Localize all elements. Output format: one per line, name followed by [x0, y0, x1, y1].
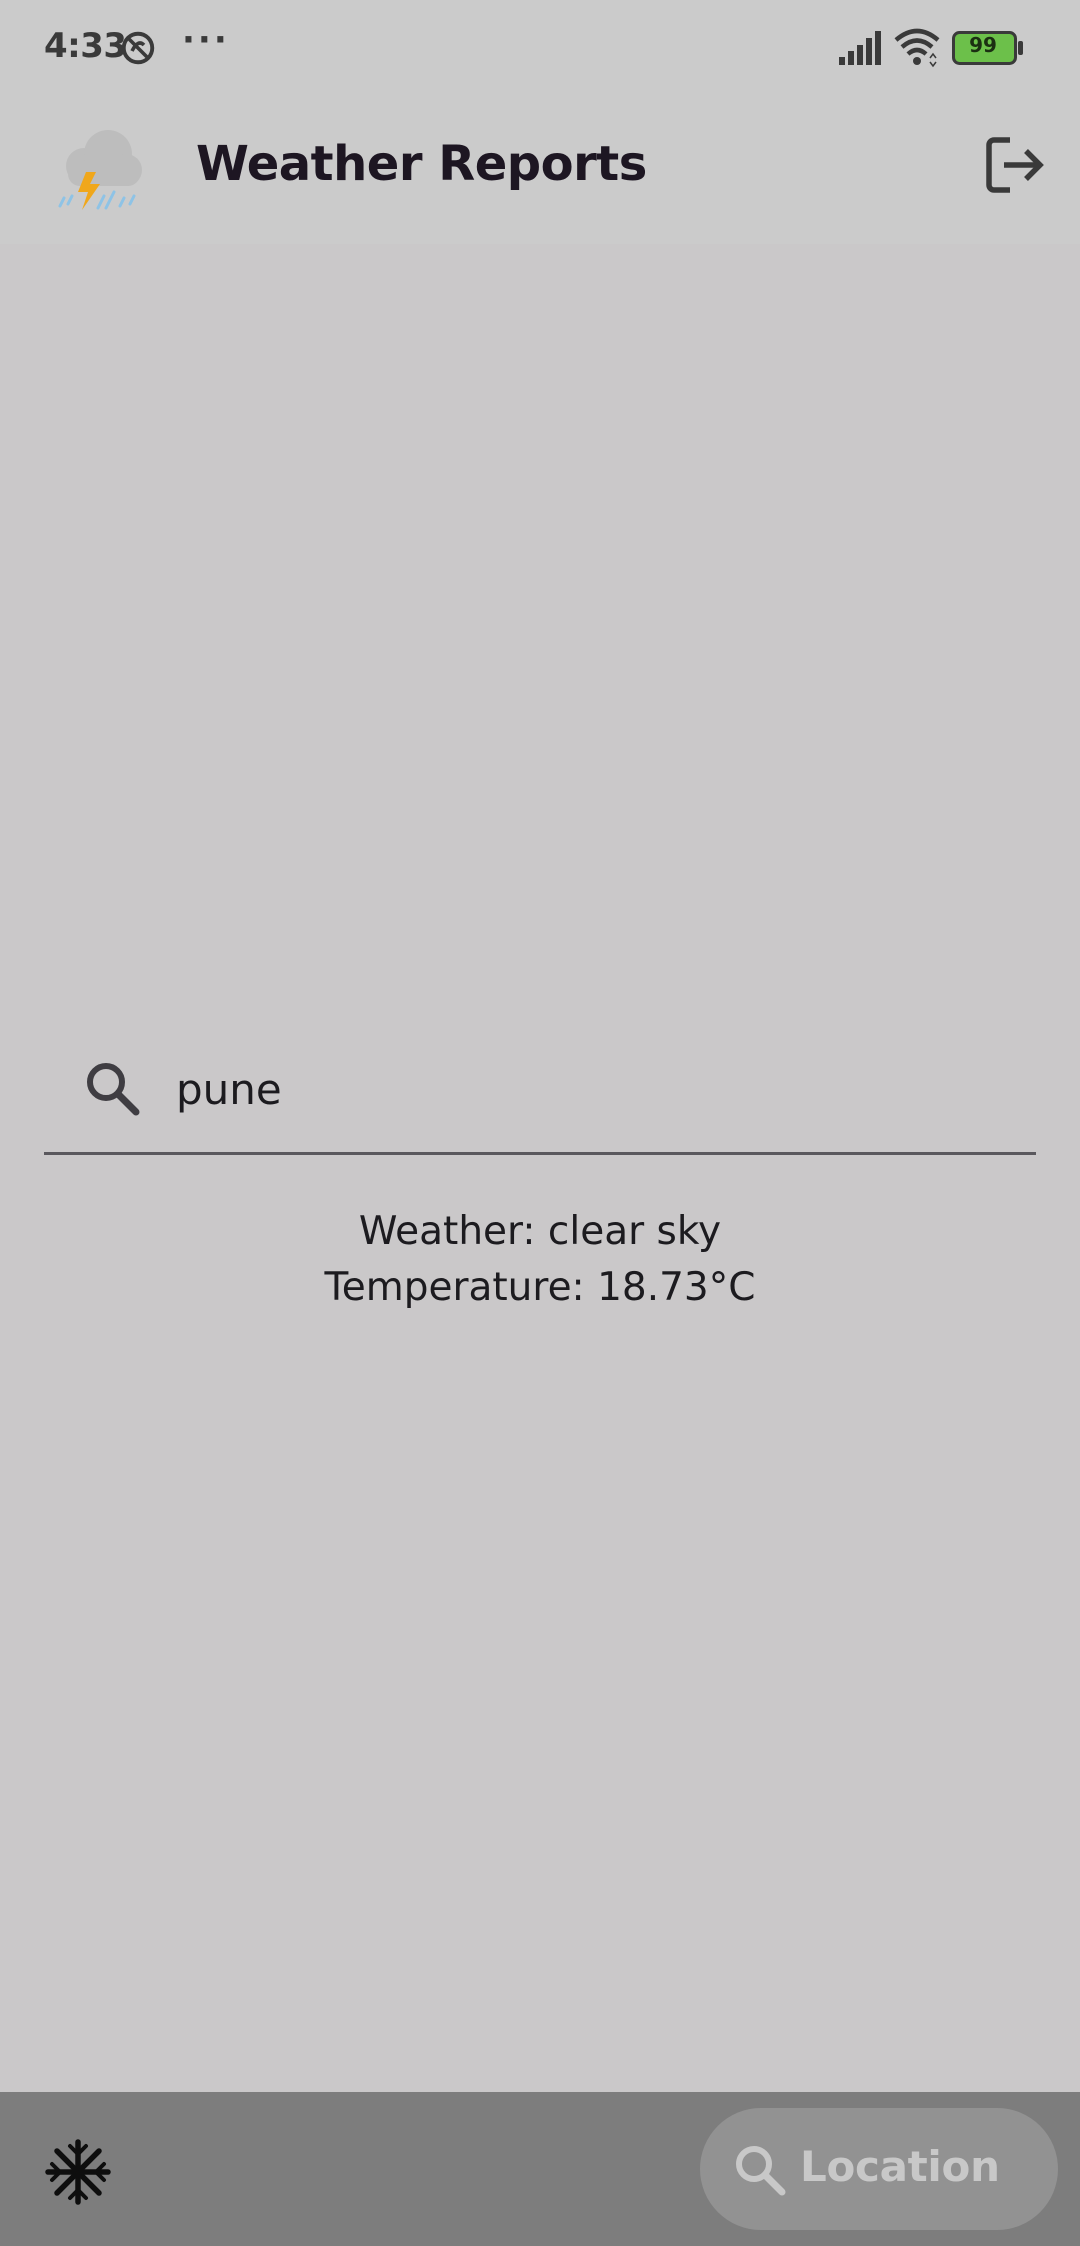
- bottom-bar: Location: [0, 2092, 1080, 2246]
- snowflake-icon[interactable]: [42, 2136, 114, 2208]
- logout-icon[interactable]: [980, 132, 1046, 198]
- temperature-value: Temperature: 18.73°C: [324, 1265, 756, 1310]
- do-not-disturb-icon: [121, 31, 155, 65]
- weather-result: Weather: clear sky Temperature: 18.73°C: [0, 1204, 1080, 1316]
- wifi-icon: [894, 28, 940, 68]
- search-icon: [87, 1063, 140, 1116]
- app-title: Weather Reports: [196, 136, 647, 192]
- search-field[interactable]: [44, 1040, 1036, 1155]
- app-bar: Weather Reports: [0, 96, 1080, 244]
- city-search-input[interactable]: [176, 1050, 996, 1128]
- search-icon: [736, 2146, 786, 2196]
- battery-level: 99: [969, 33, 997, 57]
- location-button[interactable]: Location: [700, 2108, 1058, 2230]
- location-button-label: Location: [800, 2142, 1000, 2191]
- signal-icon: [839, 31, 881, 65]
- more-notifications-icon: ···: [182, 20, 230, 60]
- weather-description: Weather: clear sky: [358, 1209, 722, 1254]
- status-bar: 4:33 ··· 99: [0, 0, 1080, 96]
- thunderstorm-rain-icon: [58, 130, 142, 210]
- status-time: 4:33: [44, 26, 127, 66]
